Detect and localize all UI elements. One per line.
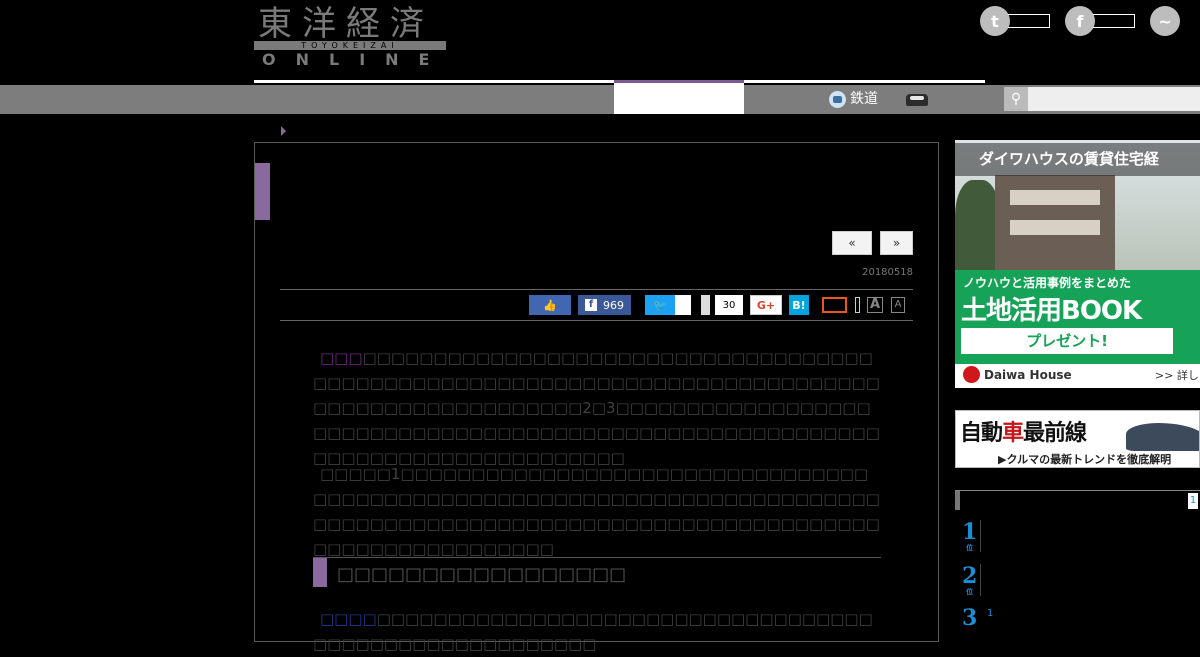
- thumbs-up-icon: 👍: [543, 298, 557, 312]
- nav-item-label: 鉄道: [850, 91, 878, 107]
- hatena-count: 30: [715, 295, 743, 315]
- jidosha-saizensen-banner[interactable]: 自動車最前線 ▶クルマの最新トレンドを徹底解明: [955, 410, 1200, 468]
- banner-title-b: 最前線: [1023, 421, 1087, 446]
- line-share-button[interactable]: [701, 295, 710, 315]
- nav-active-accent: [614, 80, 744, 83]
- next-page-button[interactable]: »: [880, 231, 913, 255]
- daiwa-brand-text: Daiwa House: [984, 367, 1072, 382]
- ranking-header: 1: [955, 490, 1200, 510]
- subheading-rule: [313, 557, 881, 558]
- car-icon: [906, 93, 928, 106]
- ad-house-balcony: [1010, 220, 1100, 235]
- google-plus-button[interactable]: G+: [750, 295, 782, 315]
- search-icon[interactable]: ⚲: [1004, 87, 1028, 111]
- rank-suffix: 位: [966, 543, 974, 552]
- site-logo-online: ONLINE: [262, 50, 450, 69]
- twitter-icon: t: [980, 6, 1010, 36]
- ad-tree: [955, 180, 1000, 270]
- messenger-follow[interactable]: ~: [1150, 6, 1180, 36]
- twitter-follow[interactable]: t: [980, 6, 1050, 36]
- banner-subtitle: ▶クルマの最新トレンドを徹底解明: [998, 453, 1172, 466]
- hatena-bookmark-button[interactable]: B!: [789, 295, 809, 315]
- facebook-follow[interactable]: f: [1065, 6, 1135, 36]
- keyword-link[interactable]: □□□: [320, 349, 363, 367]
- article-paragraph-2: □□□□□1□□□□□□□□□□□□□□□□□□□□□□□□□□□□□□□□□□…: [313, 462, 881, 562]
- twitter-icon: 🐦: [653, 298, 667, 312]
- facebook-count: [1093, 14, 1135, 28]
- daiwa-house-ad[interactable]: ダイワハウスの賃貸住宅経 ノウハウと活用事例をまとめた 土地活用BOOK プレゼ…: [955, 140, 1200, 388]
- prev-page-button[interactable]: «: [832, 231, 872, 255]
- ad-line-1: ノウハウと活用事例をまとめた: [963, 276, 1132, 290]
- share-top-rule: [280, 289, 913, 290]
- article-date: 20180518: [862, 267, 913, 278]
- nav-item-railway[interactable]: 鉄道: [829, 85, 878, 114]
- twitter-share-count: [675, 295, 691, 315]
- paragraph-text: □□□□□□□□□□□□□□□□□□□□□□□□□□□□□□□□□□□□□□□□…: [313, 610, 873, 653]
- paragraph-text: □□□□□□□□□□□□□□□□□□□□□□□□□□□□□□□□□□□□□□□□…: [313, 349, 880, 467]
- mail-icon[interactable]: [822, 297, 847, 313]
- facebook-icon: f: [1065, 6, 1095, 36]
- print-button[interactable]: [855, 297, 860, 313]
- like-button[interactable]: 👍: [529, 295, 571, 315]
- nav-item-cars[interactable]: [906, 85, 928, 114]
- daiwa-logo: Daiwa House: [963, 366, 1072, 383]
- breadcrumb-arrow-icon: [281, 126, 286, 136]
- ranking-page-tab[interactable]: 1: [1188, 493, 1198, 509]
- facebook-icon: f: [585, 299, 597, 311]
- ranking-accent-bar: [955, 491, 960, 510]
- article-paragraph-3: □□□□□□□□□□□□□□□□□□□□□□□□□□□□□□□□□□□□□□□□…: [313, 607, 881, 657]
- article-paragraph-1: □□□□□□□□□□□□□□□□□□□□□□□□□□□□□□□□□□□□□□□□…: [313, 346, 881, 471]
- site-logo-roman: TOYOKEIZAI: [254, 41, 446, 50]
- train-icon: [829, 91, 846, 108]
- ad-headline: ダイワハウスの賃貸住宅経: [955, 143, 1200, 176]
- facebook-share-count: 969: [603, 298, 624, 312]
- rank-value: 1: [962, 519, 978, 545]
- ad-line-3: プレゼント!: [961, 328, 1173, 354]
- ad-line-2: 土地活用BOOK: [961, 296, 1142, 326]
- ranking-divider: [980, 520, 981, 552]
- ad-house-balcony: [1010, 190, 1100, 205]
- font-size-large-button[interactable]: A: [867, 297, 883, 313]
- font-size-small-button[interactable]: A: [891, 297, 905, 313]
- site-logo-kanji[interactable]: 東洋経済: [258, 4, 434, 44]
- ad-more-link[interactable]: >> 詳しく: [1155, 367, 1200, 383]
- article-subheading: □□□□□□□□□□□□□□□□□: [337, 564, 627, 585]
- ranking-number-2: 2位: [962, 564, 977, 595]
- twitter-count: [1008, 14, 1050, 28]
- rank-suffix: 位: [966, 587, 974, 596]
- ranking-divider: [980, 564, 981, 596]
- nav-item-active[interactable]: [614, 83, 744, 114]
- banner-title-a: 自動: [960, 421, 1003, 446]
- banner-car-image: [1126, 423, 1199, 451]
- facebook-share-button[interactable]: f 969: [578, 295, 631, 315]
- keyword-link[interactable]: □□□□: [320, 610, 377, 628]
- search-input[interactable]: [1004, 87, 1200, 111]
- messenger-icon: ~: [1150, 6, 1180, 36]
- paragraph-text: □□□□□1□□□□□□□□□□□□□□□□□□□□□□□□□□□□□□□□□□…: [313, 465, 880, 558]
- share-bottom-rule: [280, 320, 913, 321]
- ranking-sub-label: 1: [987, 608, 994, 619]
- subheading-accent-bar: [313, 558, 327, 587]
- title-accent-bar: [255, 163, 270, 220]
- twitter-share-button[interactable]: 🐦: [645, 295, 675, 315]
- rank-value: 3: [962, 605, 978, 631]
- daiwa-logo-icon: [963, 366, 980, 383]
- banner-title-red: 車: [1002, 421, 1024, 446]
- ranking-number-1: 1位: [962, 520, 977, 551]
- banner-title: 自動車最前線: [960, 415, 1087, 447]
- ranking-number-3: 3: [962, 606, 977, 630]
- rank-value: 2: [962, 563, 978, 589]
